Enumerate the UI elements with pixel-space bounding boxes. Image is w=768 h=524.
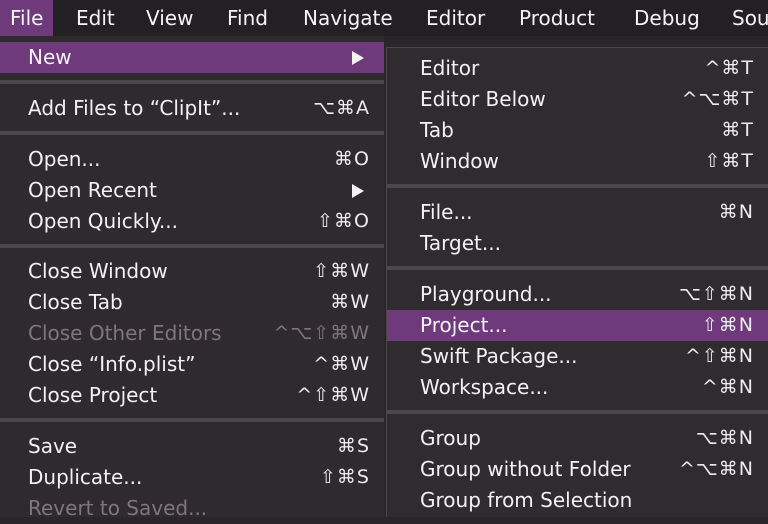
menu-item-shortcut: ^⌘W: [313, 353, 370, 375]
menu-find[interactable]: Find: [217, 0, 278, 36]
menu-item-group[interactable]: Group ⌥⌘N: [387, 423, 768, 454]
menu-item-open[interactable]: Open... ⌘O: [0, 144, 384, 175]
menu-item-label: Window: [420, 149, 499, 173]
submenu-arrow-icon: [352, 184, 364, 198]
menu-item-label: Save: [28, 434, 78, 458]
menu-file[interactable]: File: [0, 0, 54, 36]
menu-item-label: Close “Info.plist”: [28, 352, 196, 376]
menu-item-save[interactable]: Save ⌘S: [0, 431, 384, 462]
menu-item-label: New: [28, 45, 72, 69]
menu-item-group-from-selection[interactable]: Group from Selection: [387, 485, 768, 516]
new-submenu: Editor ^⌘T Editor Below ^⌥⌘T Tab ⌘T Wind…: [386, 47, 768, 517]
menu-item-label: Close Other Editors: [28, 321, 222, 345]
menu-item-shortcut: ⇧⌘O: [317, 210, 370, 232]
menu-item-shortcut: ^⌘N: [701, 376, 754, 398]
menu-item-label: Revert to Saved...: [28, 496, 208, 520]
menu-edit[interactable]: Edit: [66, 0, 125, 36]
menu-item-shortcut: ⌘W: [330, 291, 370, 313]
menu-item-shortcut: ⌥⇧⌘N: [678, 283, 754, 305]
menu-item-revert-to-saved: Revert to Saved...: [0, 493, 384, 524]
menu-item-label: Close Tab: [28, 290, 123, 314]
menu-separator: [0, 80, 384, 84]
menu-item-shortcut: ⌘T: [721, 119, 754, 141]
menu-item-label: Close Project: [28, 383, 158, 407]
menu-separator: [0, 131, 384, 135]
menu-item-label: Duplicate...: [28, 465, 143, 489]
menu-item-label: Target...: [420, 231, 501, 255]
menu-bar: File Edit View Find Navigate Editor Prod…: [0, 0, 768, 36]
menu-item-open-recent[interactable]: Open Recent: [0, 175, 384, 206]
menu-item-shortcut: ^⌥⇧⌘W: [273, 322, 370, 344]
menu-item-close-window[interactable]: Close Window ⇧⌘W: [0, 256, 384, 287]
menu-debug[interactable]: Debug: [624, 0, 710, 36]
menu-product[interactable]: Product: [509, 0, 605, 36]
menu-item-editor-below[interactable]: Editor Below ^⌥⌘T: [387, 84, 768, 115]
menu-item-file[interactable]: File... ⌘N: [387, 197, 768, 228]
menu-item-add-files[interactable]: Add Files to “ClipIt”... ⌥⌘A: [0, 93, 384, 124]
menu-item-shortcut: ⇧⌘S: [320, 466, 370, 488]
menu-item-target[interactable]: Target...: [387, 228, 768, 259]
menu-item-label: Tab: [420, 118, 454, 142]
menu-item-workspace[interactable]: Workspace... ^⌘N: [387, 372, 768, 403]
menu-item-label: Group without Folder: [420, 457, 631, 481]
menu-item-shortcut: ⌘S: [336, 435, 370, 457]
menu-item-label: Project...: [420, 313, 508, 337]
menu-item-project[interactable]: Project... ⇧⌘N: [387, 310, 768, 341]
menu-item-new[interactable]: New: [0, 42, 384, 73]
menu-editor[interactable]: Editor: [416, 0, 495, 36]
menu-item-label: Workspace...: [420, 375, 549, 399]
menu-separator: [387, 410, 768, 414]
menu-item-shortcut: ⌥⌘A: [313, 97, 370, 119]
menu-item-open-quickly[interactable]: Open Quickly... ⇧⌘O: [0, 206, 384, 237]
menu-item-window[interactable]: Window ⇧⌘T: [387, 146, 768, 177]
menu-separator: [387, 184, 768, 188]
menu-item-label: Editor Below: [420, 87, 546, 111]
menu-item-close-info-plist[interactable]: Close “Info.plist” ^⌘W: [0, 349, 384, 380]
menu-item-swift-package[interactable]: Swift Package... ^⇧⌘N: [387, 341, 768, 372]
menu-separator: [387, 266, 768, 270]
menu-item-label: Editor: [420, 56, 480, 80]
menu-item-shortcut: ⌘O: [334, 148, 370, 170]
menu-separator: [0, 418, 384, 422]
menu-item-group-without-folder[interactable]: Group without Folder ^⌥⌘N: [387, 454, 768, 485]
menu-item-shortcut: ⌘N: [718, 201, 754, 223]
menu-item-label: Add Files to “ClipIt”...: [28, 96, 241, 120]
menu-view[interactable]: View: [136, 0, 203, 36]
file-menu: New Add Files to “ClipIt”... ⌥⌘A Open...…: [0, 36, 384, 520]
menu-source-control[interactable]: Sou: [722, 0, 768, 36]
menu-item-playground[interactable]: Playground... ⌥⇧⌘N: [387, 279, 768, 310]
menu-item-label: Open...: [28, 147, 101, 171]
menu-item-label: Group: [420, 426, 481, 450]
menu-item-shortcut: ^⌘T: [704, 57, 754, 79]
menu-item-label: Group from Selection: [420, 488, 633, 512]
menu-item-shortcut: ^⌥⌘N: [678, 458, 754, 480]
menu-item-label: Swift Package...: [420, 344, 578, 368]
menu-item-label: Playground...: [420, 282, 552, 306]
menu-navigate[interactable]: Navigate: [293, 0, 403, 36]
menu-item-label: File...: [420, 200, 473, 224]
menu-item-label: Open Quickly...: [28, 209, 178, 233]
menu-item-close-tab[interactable]: Close Tab ⌘W: [0, 287, 384, 318]
menu-item-label: Open Recent: [28, 178, 157, 202]
menu-item-shortcut: ^⌥⌘T: [681, 88, 754, 110]
menu-item-tab[interactable]: Tab ⌘T: [387, 115, 768, 146]
menu-item-close-other-editors: Close Other Editors ^⌥⇧⌘W: [0, 318, 384, 349]
menu-item-editor[interactable]: Editor ^⌘T: [387, 53, 768, 84]
submenu-arrow-icon: [352, 51, 364, 65]
menu-item-shortcut: ⇧⌘W: [313, 260, 370, 282]
menu-item-shortcut: ⌥⌘N: [695, 427, 754, 449]
menu-separator: [0, 244, 384, 248]
menu-item-label: Close Window: [28, 259, 168, 283]
menu-item-shortcut: ^⇧⌘N: [684, 345, 754, 367]
menu-item-close-project[interactable]: Close Project ^⇧⌘W: [0, 380, 384, 411]
menu-item-shortcut: ⇧⌘T: [704, 150, 754, 172]
menu-item-shortcut: ^⇧⌘W: [296, 384, 370, 406]
menu-item-shortcut: ⇧⌘N: [701, 314, 754, 336]
menu-item-duplicate[interactable]: Duplicate... ⇧⌘S: [0, 462, 384, 493]
